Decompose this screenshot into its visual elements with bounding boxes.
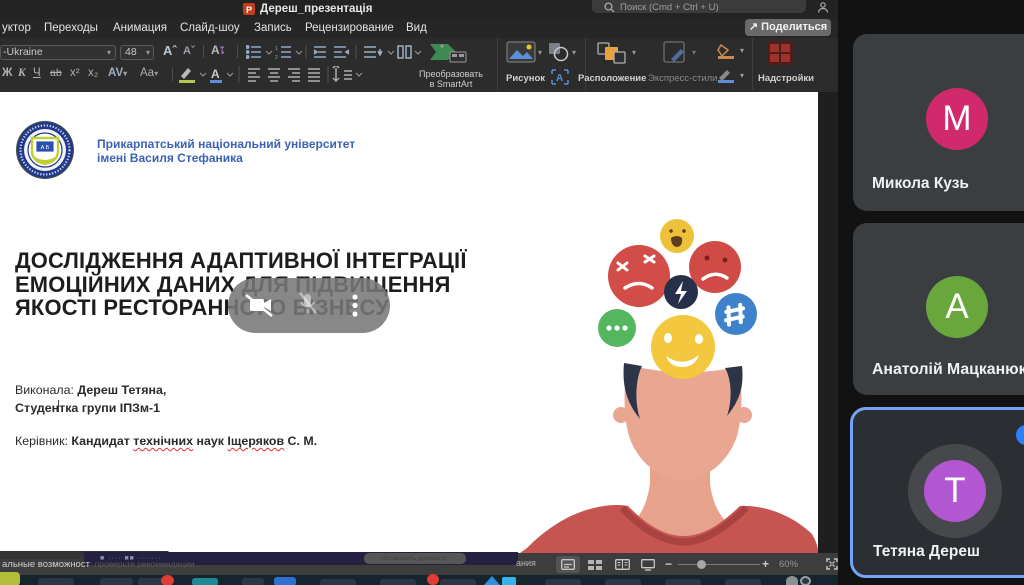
svg-text:A: A <box>211 67 220 81</box>
svg-text:1: 1 <box>275 46 278 52</box>
svg-text:А Б: А Б <box>41 145 50 151</box>
svg-text:2: 2 <box>275 55 278 60</box>
svg-text:A: A <box>556 73 563 84</box>
